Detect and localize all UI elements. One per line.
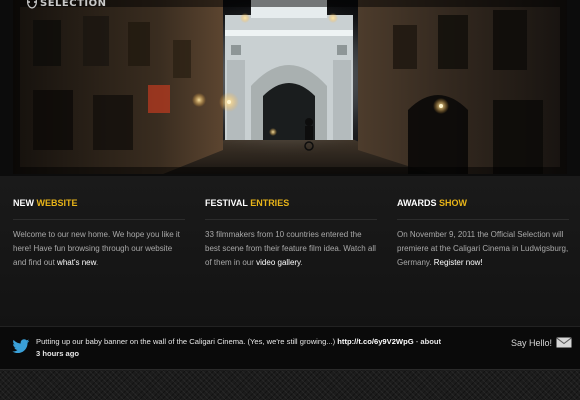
mail-icon — [556, 337, 572, 348]
column-title-accent: WEBSITE — [36, 198, 78, 208]
latest-tweet: Putting up our baby banner on the wall o… — [36, 336, 446, 360]
column-title-plain: FESTIVAL — [205, 198, 248, 208]
hero-banner: SELECTION — [0, 0, 580, 176]
column-body-after: . — [95, 258, 99, 267]
column-title: FESTIVAL ENTRIES — [205, 197, 377, 209]
column-body: 33 filmmakers from 10 countries entered … — [205, 228, 377, 270]
logo-text: SELECTION — [40, 0, 107, 9]
column-title-plain: NEW — [13, 198, 34, 208]
tweet-text: Putting up our baby banner on the wall o… — [36, 337, 338, 346]
say-hello-label: Say Hello! — [510, 337, 552, 348]
footer-texture — [0, 369, 580, 400]
news-column-new-website: NEW WEBSITE Welcome to our new home. We … — [13, 197, 185, 270]
column-body: Welcome to our new home. We hope you lik… — [13, 228, 185, 270]
news-column-festival-entries: FESTIVAL ENTRIES 33 filmmakers from 10 c… — [205, 197, 377, 270]
divider — [13, 219, 185, 220]
column-title-plain: AWARDS — [397, 198, 437, 208]
laurel-icon — [27, 0, 37, 9]
whats-new-link[interactable]: what's new — [57, 258, 96, 267]
news-column-awards-show: AWARDS SHOW On November 9, 2011 the Offi… — [397, 197, 569, 270]
divider — [205, 219, 377, 220]
content-section: NEW WEBSITE Welcome to our new home. We … — [0, 176, 580, 326]
hero-photo — [13, 0, 567, 174]
divider — [397, 219, 569, 220]
twitter-bar: Putting up our baby banner on the wall o… — [0, 326, 580, 369]
site-logo[interactable]: SELECTION — [26, 0, 107, 9]
column-title: AWARDS SHOW — [397, 197, 569, 209]
column-body-after: . — [300, 258, 303, 267]
twitter-bird-icon — [12, 339, 30, 354]
page: SELECTION NEW WEBSITE Welcome to our new… — [0, 0, 580, 400]
tweet-link[interactable]: http://t.co/6y9V2WpG — [337, 337, 413, 346]
column-title-accent: SHOW — [439, 198, 468, 208]
say-hello-button[interactable]: Say Hello! — [511, 337, 572, 348]
column-body: On November 9, 2011 the Official Selecti… — [397, 228, 569, 270]
column-title: NEW WEBSITE — [13, 197, 185, 209]
register-now-link[interactable]: Register now! — [434, 258, 483, 267]
video-gallery-link[interactable]: video gallery — [256, 258, 300, 267]
column-title-accent: ENTRIES — [250, 198, 290, 208]
